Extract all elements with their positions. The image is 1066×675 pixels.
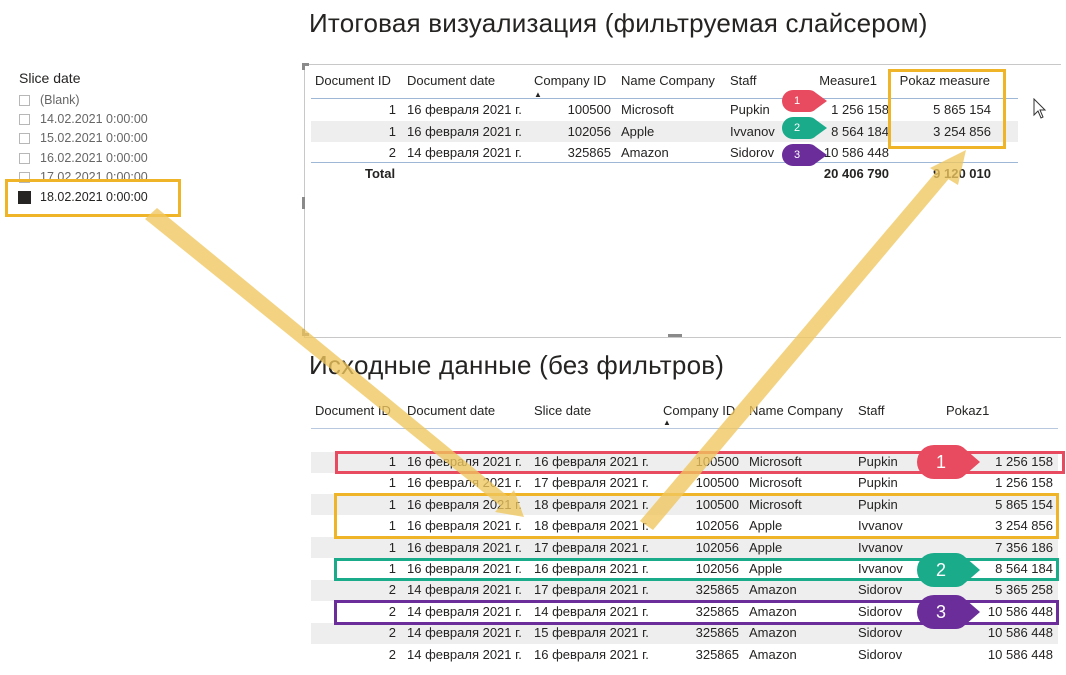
badge-label: 1 xyxy=(935,451,946,472)
badge-label: 1 xyxy=(793,95,801,107)
badge-label: 2 xyxy=(793,122,801,134)
badge-label: 2 xyxy=(935,559,946,580)
annotation-arrows xyxy=(145,150,966,530)
badge-label: 3 xyxy=(935,601,946,622)
badge-label: 3 xyxy=(793,149,801,161)
